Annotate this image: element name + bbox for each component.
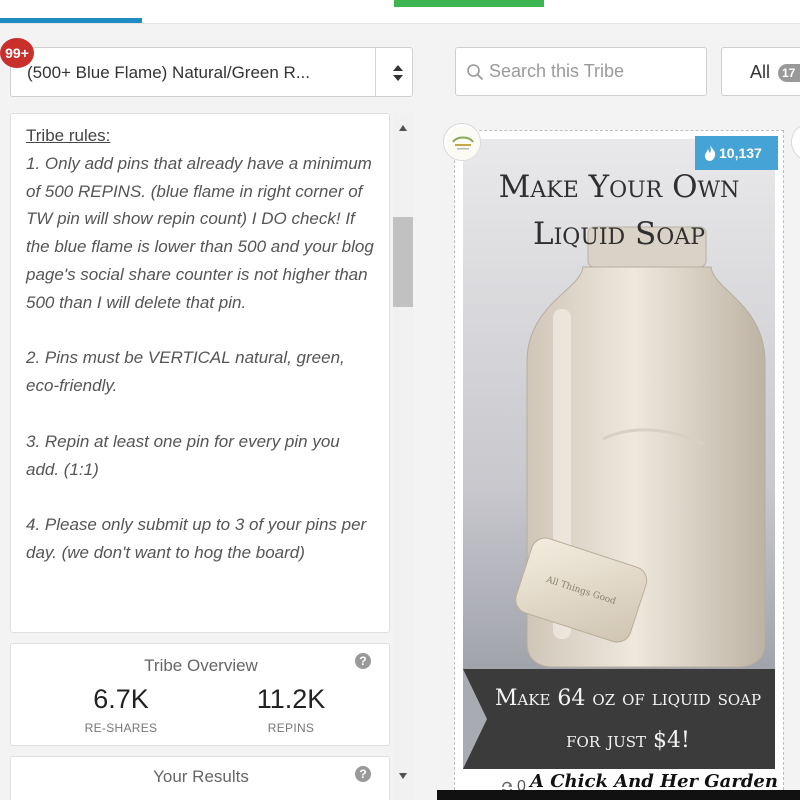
your-results-title: Your Results xyxy=(153,767,249,786)
flame-icon xyxy=(705,145,716,161)
selector-divider xyxy=(375,48,376,96)
scroll-up-arrow-icon[interactable] xyxy=(399,125,407,131)
rule-4: 4. Please only submit up to 3 of your pi… xyxy=(26,515,367,562)
avatar-logo-icon xyxy=(446,126,480,160)
search-input[interactable] xyxy=(489,49,699,94)
repin-count-value: 10,137 xyxy=(719,145,762,161)
filter-all-label: All xyxy=(750,62,771,82)
tribe-selector-value: (500+ Blue Flame) Natural/Green R... xyxy=(27,63,310,82)
reshares-label: RE-SHARES xyxy=(84,721,158,735)
tribe-selector[interactable]: (500+ Blue Flame) Natural/Green R... xyxy=(10,47,413,97)
repins-label: REPINS xyxy=(267,721,315,735)
filter-all-button[interactable]: All 17 xyxy=(721,47,800,96)
left-panel-scrollbar[interactable] xyxy=(393,113,413,800)
stat-repins: 11.2K REPINS xyxy=(211,684,371,735)
pin-title: Make Your Own Liquid Soap xyxy=(498,169,740,252)
tribe-rules-card: Tribe rules: 1. Only add pins that alrea… xyxy=(10,113,390,633)
pin-watermark: A Chick And Her Garden xyxy=(530,771,778,792)
filter-count-badge: 17 xyxy=(778,64,800,82)
stat-reshares: 6.7K RE-SHARES xyxy=(41,684,201,735)
reshares-value: 6.7K xyxy=(93,684,149,714)
active-tab-indicator[interactable] xyxy=(0,18,142,23)
left-column: Tribe rules: 1. Only add pins that alrea… xyxy=(10,113,413,800)
repin-count-badge: 10,137 xyxy=(695,136,778,170)
repins-value: 11.2K xyxy=(256,684,326,714)
green-action-button[interactable] xyxy=(394,0,544,7)
pin-banner-text: Make 64 oz of liquid soap for just $4! xyxy=(494,686,762,753)
pin-banner: Make 64 oz of liquid soap for just $4! xyxy=(463,669,775,769)
pin-card[interactable]: All Things Good Make Your Own Liquid Soa… xyxy=(454,130,784,800)
rules-heading: Tribe rules: xyxy=(26,126,111,145)
pinner-avatar[interactable] xyxy=(443,123,481,161)
tribe-rules-text: Tribe rules: 1. Only add pins that alrea… xyxy=(26,122,376,567)
rule-1: 1. Only add pins that already have a min… xyxy=(26,153,374,312)
tribe-overview-card: Tribe Overview ? 6.7K RE-SHARES 11.2K RE… xyxy=(10,643,390,746)
sort-arrows-icon[interactable] xyxy=(382,60,414,86)
search-icon xyxy=(467,64,483,80)
scroll-down-arrow-icon[interactable] xyxy=(399,773,407,779)
pin-image[interactable]: All Things Good Make Your Own Liquid Soa… xyxy=(463,139,775,769)
bottom-bar xyxy=(437,790,800,800)
rule-2: 2. Pins must be VERTICAL natural, green,… xyxy=(26,348,345,396)
pin-grid: All Things Good Make Your Own Liquid Soa… xyxy=(437,113,800,800)
tribe-overview-title: Tribe Overview xyxy=(144,656,258,675)
your-results-card: Your Results ? xyxy=(10,756,390,800)
tribe-page: (500+ Blue Flame) Natural/Green R... 99+… xyxy=(0,0,800,800)
scroll-thumb[interactable] xyxy=(393,217,413,307)
help-icon[interactable]: ? xyxy=(355,653,371,669)
notification-badge[interactable]: 99+ xyxy=(0,38,34,68)
top-bar xyxy=(0,0,800,24)
help-icon[interactable]: ? xyxy=(355,766,371,782)
next-pinner-avatar[interactable] xyxy=(791,123,800,161)
rule-3: 3. Repin at least one pin for every pin … xyxy=(26,431,340,479)
search-box[interactable] xyxy=(455,47,707,96)
